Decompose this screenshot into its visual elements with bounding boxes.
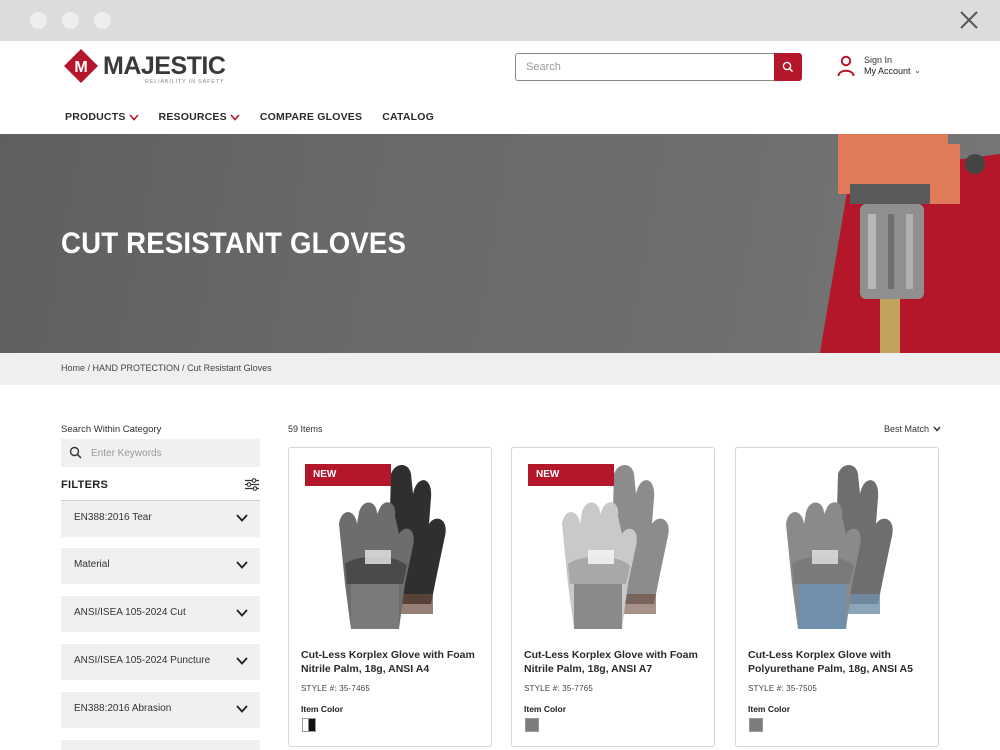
product-name[interactable]: Cut-Less Korplex Glove with Foam Nitrile…: [301, 648, 486, 676]
logo-diamond-icon: M: [64, 49, 98, 83]
product-name[interactable]: Cut-Less Korplex Glove with Foam Nitrile…: [524, 648, 709, 676]
logo-letter: M: [74, 59, 87, 76]
facet-material[interactable]: Material: [61, 548, 260, 584]
product-style-number: STYLE #: 35-7505: [748, 684, 818, 693]
color-swatch[interactable]: [749, 718, 763, 732]
nav-label: PRODUCTS: [65, 111, 126, 123]
search-icon: [782, 61, 794, 73]
sign-in-link[interactable]: Sign In: [864, 55, 892, 65]
facet-label: EN388:2016 Tear: [74, 512, 152, 523]
search-icon: [69, 446, 82, 459]
account-menu[interactable]: Sign In My Account ⌄: [836, 54, 936, 80]
nav-resources[interactable]: RESOURCES: [159, 109, 240, 125]
facet-label: ANSI/ISEA 105-2024 Cut: [74, 607, 186, 618]
new-badge: NEW: [305, 464, 391, 486]
breadcrumb-current: Cut Resistant Gloves: [187, 363, 272, 373]
nav-label: CATALOG: [382, 111, 434, 123]
product-style-number: STYLE #: 35-7765: [524, 684, 594, 693]
filters-title: FILTERS: [61, 479, 109, 491]
breadcrumb-separator: /: [85, 363, 93, 373]
close-x-icon[interactable]: [958, 9, 980, 31]
color-swatch[interactable]: [302, 718, 316, 732]
product-card[interactable]: NEW Cut-Less Korplex Glove with Foam Nit…: [288, 447, 492, 747]
window-control-dot[interactable]: [30, 12, 47, 29]
drill-image: [820, 134, 1000, 353]
breadcrumb-separator: /: [179, 363, 188, 373]
product-style-number: STYLE #: 35-7465: [301, 684, 371, 693]
facet-en388-tear[interactable]: EN388:2016 Tear: [61, 501, 260, 537]
glove-image: [786, 465, 893, 629]
brand-logo[interactable]: M MAJESTIC RELIABILITY IN SAFETY: [61, 48, 231, 90]
keyword-search-box: [61, 439, 260, 467]
breadcrumb-bar: Home / HAND PROTECTION / Cut Resistant G…: [0, 353, 1000, 385]
chevron-down-icon: [236, 705, 248, 713]
keyword-search-input[interactable]: [91, 443, 251, 463]
user-icon: [837, 55, 855, 77]
page-title: CUT RESISTANT GLOVES: [61, 227, 407, 260]
item-color-label: Item Color: [301, 704, 344, 714]
search-input[interactable]: [515, 53, 775, 81]
facet-label: ANSI/ISEA 105-2024 Puncture: [74, 655, 211, 666]
main-nav: PRODUCTS RESOURCES COMPARE GLOVES CATALO…: [65, 109, 454, 125]
facet-label: Material: [74, 559, 110, 570]
nav-label: RESOURCES: [158, 111, 227, 123]
breadcrumb: Home / HAND PROTECTION / Cut Resistant G…: [61, 363, 272, 373]
breadcrumb-home[interactable]: Home: [61, 363, 85, 373]
facet-en388-abrasion[interactable]: EN388:2016 Abrasion: [61, 692, 260, 728]
color-swatch[interactable]: [525, 718, 539, 732]
facet-ansi-puncture[interactable]: ANSI/ISEA 105-2024 Puncture: [61, 644, 260, 680]
sort-dropdown[interactable]: Best Match: [884, 424, 941, 434]
nav-catalog[interactable]: CATALOG: [382, 109, 434, 125]
facet-ansi-cut[interactable]: ANSI/ISEA 105-2024 Cut: [61, 596, 260, 632]
window-titlebar: [0, 0, 1000, 41]
product-name[interactable]: Cut-Less Korplex Glove with Polyurethane…: [748, 648, 933, 676]
results-count: 59 Items: [288, 424, 323, 434]
nav-label: COMPARE GLOVES: [259, 111, 363, 123]
filters-header: FILTERS: [61, 478, 260, 501]
item-color-label: Item Color: [748, 704, 791, 714]
facet-label: EN388:2016 Abrasion: [74, 703, 172, 714]
brand-name: MAJESTIC: [103, 52, 226, 80]
sort-label: Best Match: [884, 424, 930, 434]
chevron-down-icon: [128, 113, 139, 121]
product-card[interactable]: Cut-Less Korplex Glove with Polyurethane…: [735, 447, 939, 747]
facet-next[interactable]: [61, 740, 260, 750]
brand-tagline: RELIABILITY IN SAFETY: [145, 79, 225, 85]
window-control-dot[interactable]: [62, 12, 79, 29]
hero-banner: CUT RESISTANT GLOVES: [0, 134, 1000, 353]
my-account-link[interactable]: My Account: [864, 66, 911, 76]
chevron-down-icon: [236, 561, 248, 569]
chevron-down-icon: [933, 426, 941, 432]
new-badge: NEW: [528, 464, 614, 486]
chevron-down-icon: [236, 657, 248, 665]
chevron-down-icon: ⌄: [914, 66, 921, 75]
product-card[interactable]: NEW Cut-Less Korplex Glove with Foam Nit…: [511, 447, 715, 747]
breadcrumb-hand-protection[interactable]: HAND PROTECTION: [93, 363, 180, 373]
filter-sliders-icon[interactable]: [245, 478, 259, 491]
nav-compare-gloves[interactable]: COMPARE GLOVES: [260, 109, 362, 125]
item-color-label: Item Color: [524, 704, 567, 714]
window-control-dot[interactable]: [94, 12, 111, 29]
chevron-down-icon: [230, 113, 240, 121]
chevron-down-icon: [236, 609, 248, 617]
chevron-down-icon: [236, 514, 248, 522]
search-button[interactable]: [774, 53, 802, 81]
nav-products[interactable]: PRODUCTS: [65, 109, 139, 125]
search-within-category-label: Search Within Category: [61, 424, 162, 435]
